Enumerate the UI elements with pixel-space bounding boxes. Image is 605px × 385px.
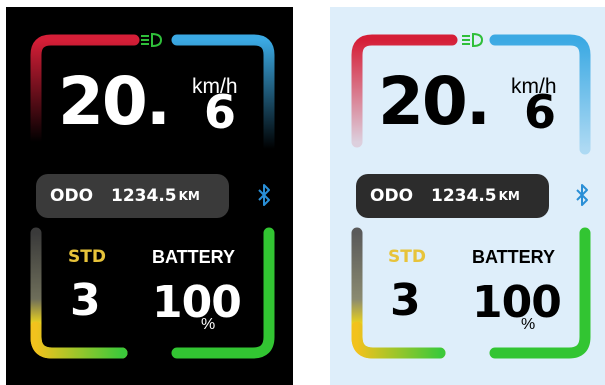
- bluetooth-icon: [576, 184, 588, 206]
- mode-label: STD: [68, 247, 106, 267]
- battery-value: 100: [472, 277, 562, 328]
- battery-unit: %: [201, 316, 216, 333]
- bluetooth-icon: [258, 184, 270, 206]
- odo-value: 1234.5: [111, 186, 177, 206]
- speed-unit: km/h: [511, 75, 557, 98]
- headlight-icon: [141, 33, 162, 47]
- mode-label: STD: [388, 247, 426, 267]
- battery-value: 100: [152, 277, 242, 328]
- odometer: ODO 1234.5 KM: [356, 174, 549, 218]
- odo-unit: KM: [178, 189, 200, 203]
- headlight-icon: [462, 33, 483, 47]
- odo-unit: KM: [498, 189, 520, 203]
- assist-level-value: 3: [70, 275, 101, 326]
- battery-unit: %: [521, 316, 536, 333]
- odo-label: ODO: [370, 186, 414, 206]
- battery-label: BATTERY: [152, 247, 235, 267]
- battery-label: BATTERY: [472, 247, 555, 267]
- odo-label: ODO: [50, 186, 94, 206]
- speed-unit: km/h: [192, 75, 238, 98]
- odometer: ODO 1234.5 KM: [36, 174, 229, 218]
- speed-value: 20.: [58, 63, 171, 140]
- speed-value: 20.: [378, 63, 491, 140]
- dashboard-display-dark: 20. 6 km/h ODO 1234.5 KM STD BATTERY 3 1…: [6, 7, 293, 385]
- assist-level-value: 3: [390, 275, 421, 326]
- dashboard-display-light: 20. 6 km/h ODO 1234.5 KM STD BATTERY 3 1…: [330, 7, 605, 385]
- odo-value: 1234.5: [431, 186, 497, 206]
